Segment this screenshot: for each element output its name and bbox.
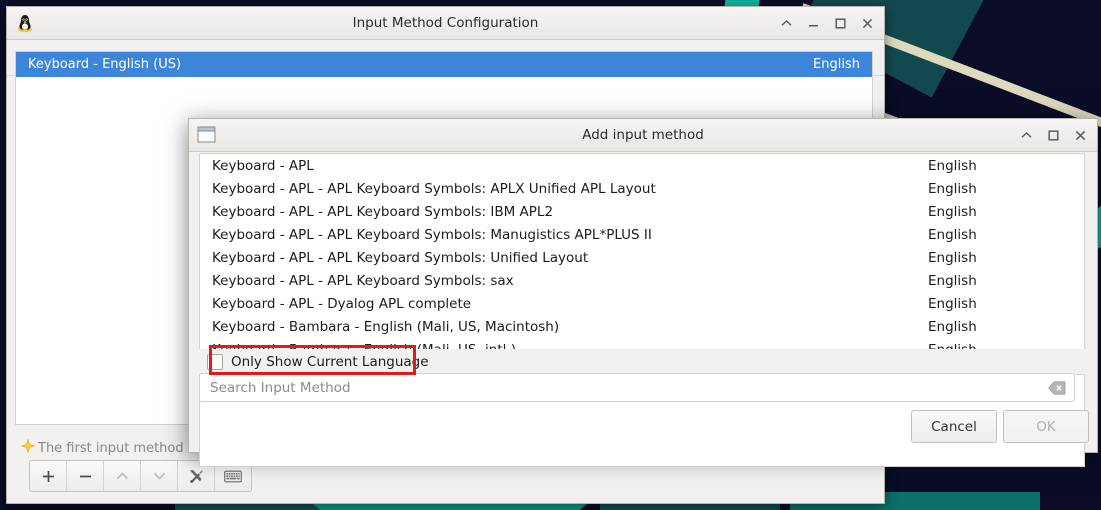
dialog-title: Add input method [582, 127, 704, 143]
input-method-language: English [928, 318, 977, 335]
input-method-name: Keyboard - Bambara - English (Mali, US, … [212, 318, 560, 335]
penguin-icon [14, 12, 36, 34]
input-method-language: English [928, 295, 977, 312]
search-input-wrapper[interactable] [199, 373, 1075, 402]
input-method-language: English [928, 180, 977, 197]
move-down-button[interactable] [141, 461, 178, 491]
close-button[interactable] [1073, 128, 1087, 142]
maximize-button[interactable] [1046, 128, 1060, 142]
input-method-name: Keyboard - APL - APL Keyboard Symbols: U… [212, 249, 589, 266]
dialog-window-controls [1019, 128, 1087, 142]
input-method-name: Keyboard - APL [212, 157, 314, 174]
input-method-name: Keyboard - English (US) [28, 57, 182, 72]
list-item[interactable]: Keyboard - APL - APL Keyboard Symbols: I… [200, 200, 1084, 223]
list-item[interactable]: Keyboard - Bambara - English (Mali, US, … [200, 315, 1084, 338]
input-method-language: English [928, 272, 977, 289]
shade-button[interactable] [779, 16, 793, 30]
cancel-button[interactable]: Cancel [911, 410, 997, 443]
only-show-current-language-checkbox[interactable]: Only Show Current Language [199, 349, 1085, 375]
input-method-language: English [928, 157, 977, 174]
dialog-action-buttons: Cancel OK [911, 410, 1089, 443]
ok-button: OK [1003, 410, 1089, 443]
sparkle-icon [20, 438, 36, 457]
window-icon [196, 124, 218, 146]
table-row[interactable]: Keyboard - English (US) English [16, 52, 872, 77]
input-method-language: English [928, 203, 977, 220]
add-button[interactable] [30, 461, 67, 491]
input-method-name: Keyboard - APL - APL Keyboard Symbols: s… [212, 272, 514, 289]
list-item[interactable]: Keyboard - APL - APL Keyboard Symbols: s… [200, 269, 1084, 292]
list-item[interactable]: Keyboard - APL English [200, 154, 1084, 177]
input-method-name: Keyboard - APL - APL Keyboard Symbols: M… [212, 226, 652, 243]
list-item[interactable]: Keyboard - APL - Dyalog APL complete Eng… [200, 292, 1084, 315]
input-method-language: English [928, 226, 977, 243]
input-method-name: Keyboard - APL - Dyalog APL complete [212, 295, 472, 312]
search-input[interactable] [200, 379, 1048, 396]
checkbox-box[interactable] [207, 353, 223, 370]
close-button[interactable] [860, 16, 874, 30]
main-titlebar[interactable]: Input Method Configuration [7, 7, 884, 40]
list-item[interactable]: Keyboard - APL - APL Keyboard Symbols: U… [200, 246, 1084, 269]
remove-button[interactable] [67, 461, 104, 491]
input-method-name: Keyboard - APL - APL Keyboard Symbols: A… [212, 180, 656, 197]
list-item[interactable]: Keyboard - APL - APL Keyboard Symbols: A… [200, 177, 1084, 200]
main-window-title: Input Method Configuration [352, 15, 539, 31]
list-item[interactable]: Keyboard - APL - APL Keyboard Symbols: M… [200, 223, 1084, 246]
input-method-language: English [928, 249, 977, 266]
add-input-method-dialog: Add input method Keyboard - APL English … [188, 118, 1098, 467]
clear-backspace-icon[interactable] [1048, 380, 1066, 396]
dialog-titlebar[interactable]: Add input method [189, 119, 1097, 152]
shade-button[interactable] [1019, 128, 1033, 142]
input-method-name: Keyboard - APL - APL Keyboard Symbols: I… [212, 203, 554, 220]
minimize-button[interactable] [806, 16, 820, 30]
maximize-button[interactable] [833, 16, 847, 30]
main-window-controls [779, 16, 874, 30]
status-text: The first input method w [38, 440, 199, 456]
input-method-language: English [813, 57, 860, 72]
checkbox-label: Only Show Current Language [231, 353, 429, 370]
status-hint: The first input method w [20, 438, 199, 457]
move-up-button[interactable] [104, 461, 141, 491]
